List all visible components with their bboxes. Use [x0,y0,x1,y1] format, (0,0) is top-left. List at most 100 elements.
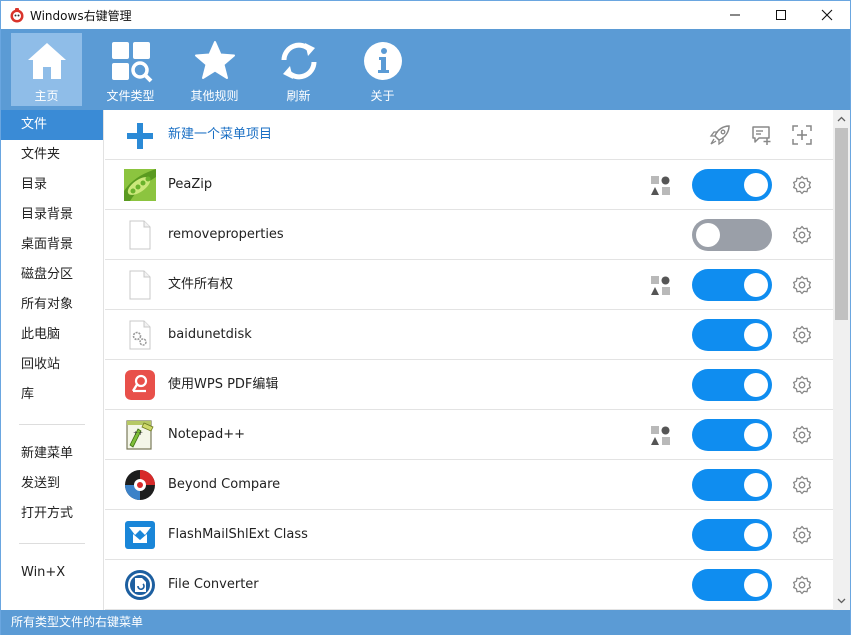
toggle-knob [744,573,768,597]
vertical-scrollbar[interactable] [833,110,850,610]
sidebar-item-file[interactable]: 文件 [1,110,103,140]
tool-home[interactable]: 主页 [11,33,82,106]
sidebar-item-directory[interactable]: 目录 [1,170,103,200]
menu-item-label: Beyond Compare [168,477,281,492]
add-note-icon[interactable] [750,124,772,146]
wps-pdf-icon [125,370,155,400]
toggle-knob [744,173,768,197]
star-icon [194,41,235,79]
refresh-icon [281,42,316,80]
tool-label: 主页 [34,89,59,103]
tool-label: 关于 [370,89,395,103]
enable-toggle[interactable] [692,369,772,401]
sidebar-item-this-pc[interactable]: 此电脑 [1,320,103,350]
toggle-knob [696,223,720,247]
gear-icon[interactable] [792,425,812,445]
menu-item-row: Beyond Compare [105,460,833,510]
blank-file-icon [129,270,151,300]
sidebar-item-new-menu[interactable]: 新建菜单 [1,439,103,469]
sidebar-item-directory-background[interactable]: 目录背景 [1,200,103,230]
sidebar-divider [19,424,85,425]
new-item-row[interactable]: 新建一个菜单项目 [105,110,833,160]
menu-item-label: FlashMailShlExt Class [168,527,308,542]
gear-icon[interactable] [792,225,812,245]
new-item-label: 新建一个菜单项目 [168,127,273,142]
title-bar: Windows右键管理 [1,1,850,29]
shapes-icon[interactable] [651,176,670,195]
enable-toggle[interactable] [692,419,772,451]
sidebar-item-drive[interactable]: 磁盘分区 [1,260,103,290]
sidebar-item-open-with[interactable]: 打开方式 [1,499,103,529]
scroll-up-icon[interactable] [837,115,846,124]
info-icon [363,42,402,80]
add-frame-icon[interactable] [791,124,813,146]
enable-toggle[interactable] [692,269,772,301]
menu-item-label: removeproperties [168,227,284,242]
sidebar-item-folder[interactable]: 文件夹 [1,140,103,170]
gear-icon[interactable] [792,575,812,595]
app-logo-icon [10,8,24,23]
menu-item-row: 使用WPS PDF编辑 [105,360,833,410]
menu-item-row: baidunetdisk [105,310,833,360]
scroll-down-icon[interactable] [837,596,846,605]
status-bar: 所有类型文件的右键菜单 [1,610,850,635]
tool-refresh[interactable]: 刷新 [263,33,334,106]
menu-item-label: PeaZip [168,177,213,192]
file-types-icon [111,42,152,83]
flashmail-icon [125,521,155,549]
gear-icon[interactable] [792,275,812,295]
minimize-button[interactable] [712,1,758,29]
enable-toggle[interactable] [692,319,772,351]
menu-item-row: PeaZip [105,160,833,210]
sidebar-divider [19,543,85,544]
notepadpp-icon: ++ [126,420,154,450]
settings-file-icon [129,320,151,350]
menu-item-label: 文件所有权 [168,277,234,292]
sidebar-item-all-objects[interactable]: 所有对象 [1,290,103,320]
menu-item-label: 使用WPS PDF编辑 [168,377,279,392]
sidebar-item-winx[interactable]: Win+X [1,558,103,588]
tool-label: 文件类型 [106,89,155,103]
minimize-icon [730,14,740,16]
scrollbar-thumb[interactable] [835,128,848,320]
window-title: Windows右键管理 [30,8,132,23]
maximize-icon [776,10,786,20]
main-toolbar: 主页 文件类型 其他规则 刷新 关于 [1,29,850,110]
menu-item-row: ++ Notepad++ [105,410,833,460]
gear-icon[interactable] [792,175,812,195]
gear-icon[interactable] [792,475,812,495]
sidebar-item-desktop-background[interactable]: 桌面背景 [1,230,103,260]
tool-file-types[interactable]: 文件类型 [95,33,166,106]
menu-item-label: Notepad++ [168,427,246,442]
enable-toggle[interactable] [692,519,772,551]
gear-icon[interactable] [792,325,812,345]
sidebar: 文件 文件夹 目录 目录背景 桌面背景 磁盘分区 所有对象 此电脑 回收站 库 … [1,110,104,610]
close-button[interactable] [804,1,850,29]
tool-about[interactable]: 关于 [347,33,418,106]
enable-toggle[interactable] [692,569,772,601]
tool-label: 刷新 [286,89,311,103]
tool-other-rules[interactable]: 其他规则 [179,33,250,106]
sidebar-item-send-to[interactable]: 发送到 [1,469,103,499]
enable-toggle[interactable] [692,169,772,201]
toggle-knob [744,473,768,497]
file-converter-icon [125,570,155,600]
shapes-icon[interactable] [651,426,670,445]
blank-file-icon [129,220,151,250]
plus-icon [127,123,153,149]
gear-icon[interactable] [792,375,812,395]
rocket-icon[interactable] [709,124,731,146]
enable-toggle[interactable] [692,469,772,501]
tool-label: 其他规则 [190,89,239,103]
toggle-knob [744,273,768,297]
peazip-icon [124,169,156,201]
enable-toggle[interactable] [692,219,772,251]
sidebar-item-library[interactable]: 库 [1,380,103,410]
maximize-button[interactable] [758,1,804,29]
shapes-icon[interactable] [651,276,670,295]
gear-icon[interactable] [792,525,812,545]
home-icon [27,43,66,79]
toggle-knob [744,423,768,447]
toggle-knob [744,523,768,547]
sidebar-item-recycle-bin[interactable]: 回收站 [1,350,103,380]
